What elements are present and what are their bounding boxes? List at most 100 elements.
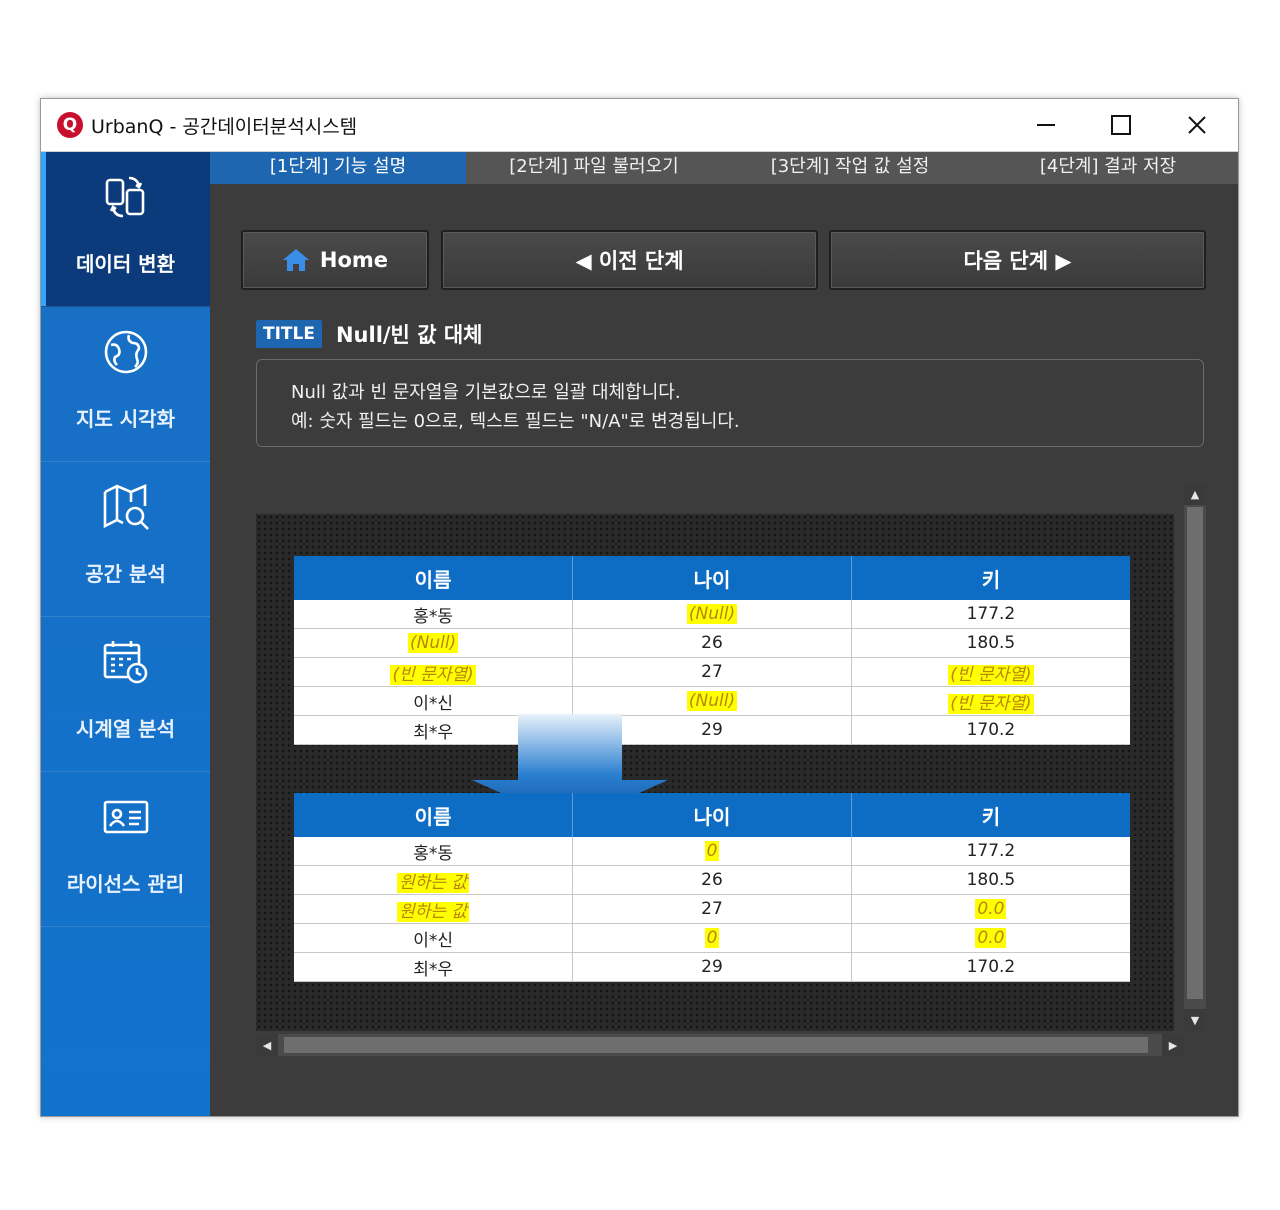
table-row: 이*신 0 0.0 (294, 923, 1130, 953)
scroll-down-icon[interactable]: ▼ (1184, 1009, 1206, 1031)
map-search-icon (103, 484, 149, 530)
table-cell: 27 (572, 657, 852, 687)
maximize-icon (1111, 115, 1131, 135)
table-cell: 170.2 (851, 715, 1130, 745)
sidebar-item-license[interactable]: 라이선스 관리 (41, 772, 210, 927)
sidebar-item-label: 라이선스 관리 (66, 872, 185, 896)
table-cell: 홍*동 (294, 600, 574, 629)
table-row: 원하는 값 26 180.5 (294, 865, 1130, 895)
table-cell: 최*우 (294, 952, 574, 982)
sidebar-item-timeseries[interactable]: 시계열 분석 (41, 617, 210, 772)
app-logo-icon: Q (57, 112, 83, 138)
cell-value: 177.2 (966, 841, 1016, 861)
column-header: 키 (851, 556, 1130, 600)
home-button[interactable]: Home (241, 230, 429, 290)
maximize-button[interactable] (1098, 107, 1144, 143)
tab-step-4[interactable]: [4단계] 결과 저장 (978, 152, 1238, 184)
cell-value: 26 (701, 870, 723, 890)
horizontal-scroll-thumb[interactable] (284, 1037, 1148, 1053)
close-icon (1188, 116, 1206, 134)
table-cell: (Null) (572, 686, 852, 716)
table-cell: 원하는 값 (294, 894, 574, 924)
table-cell: 0.0 (851, 923, 1130, 953)
before-table: 이름 나이 키 홍*동 (Null) 177.2 (Null) 26 180.5 (빈 문자열)… (294, 556, 1130, 745)
cell-value: 홍*동 (413, 843, 453, 864)
cell-value: 29 (701, 720, 723, 740)
cell-value: 최*우 (413, 959, 453, 980)
home-button-label: Home (319, 248, 389, 272)
cell-value: (Null) (686, 691, 738, 711)
table-cell: (빈 문자열) (851, 657, 1130, 687)
table-cell: 180.5 (851, 865, 1130, 895)
cell-value: 0 (704, 841, 720, 861)
table-row: 최*우 29 170.2 (294, 715, 1130, 745)
column-header: 이름 (294, 556, 574, 600)
sidebar-item-map-visualization[interactable]: 지도 시각화 (41, 307, 210, 462)
table-cell: (Null) (294, 628, 574, 658)
table-cell: 177.2 (851, 837, 1130, 866)
cell-value: (Null) (686, 604, 738, 624)
calendar-clock-icon (103, 641, 148, 684)
title-bar: Q UrbanQ - 공간데이터분석시스템 (41, 99, 1238, 152)
cell-value: 최*우 (413, 722, 453, 743)
previous-step-label: ◀ 이전 단계 (575, 249, 684, 273)
cell-value: 27 (701, 899, 723, 919)
column-header: 나이 (572, 556, 852, 600)
table-cell: 원하는 값 (294, 865, 574, 895)
close-button[interactable] (1174, 107, 1220, 143)
tab-step-2[interactable]: [2단계] 파일 불러오기 (466, 152, 722, 184)
cell-value: 홍*동 (413, 606, 453, 627)
table-cell: 0.0 (851, 894, 1130, 924)
minimize-button[interactable] (1023, 107, 1069, 143)
table-cell: 177.2 (851, 600, 1130, 629)
table-cell: 27 (572, 894, 852, 924)
column-header: 키 (851, 793, 1130, 837)
cell-value: 180.5 (966, 633, 1016, 653)
cell-value: 0 (704, 928, 720, 948)
previous-step-button[interactable]: ◀ 이전 단계 (441, 230, 818, 290)
cell-value: 180.5 (966, 870, 1016, 890)
cell-value: 170.2 (966, 720, 1016, 740)
scroll-left-icon[interactable]: ◀ (256, 1034, 278, 1056)
minimize-icon (1037, 124, 1055, 126)
vertical-scrollbar[interactable]: ▲ ▼ (1184, 483, 1206, 1031)
cell-value: 원하는 값 (397, 872, 470, 893)
cell-value: (빈 문자열) (948, 693, 1034, 714)
tab-step-1[interactable]: [1단계] 기능 설명 (210, 152, 466, 184)
table-cell: 이*신 (294, 923, 574, 953)
sidebar-item-label: 지도 시각화 (76, 407, 175, 431)
table-cell: 170.2 (851, 952, 1130, 982)
sidebar-item-label: 시계열 분석 (76, 717, 175, 741)
cell-value: 원하는 값 (397, 901, 470, 922)
example-image-area: 이름 나이 키 홍*동 (Null) 177.2 (Null) 26 180.5 (빈 문자열)… (256, 514, 1174, 1031)
section-title-row: TITLE Null/빈 값 대체 (256, 319, 482, 349)
table-row: 최*우 29 170.2 (294, 952, 1130, 982)
cell-value: 이*신 (413, 930, 453, 951)
horizontal-scrollbar[interactable]: ◀ ▶ (256, 1034, 1184, 1056)
tab-step-3[interactable]: [3단계] 작업 값 설정 (722, 152, 978, 184)
next-step-label: 다음 단계 ▶ (963, 249, 1072, 273)
column-header: 나이 (572, 793, 852, 837)
table-row: (빈 문자열) 27 (빈 문자열) (294, 657, 1130, 687)
table-cell: (Null) (572, 600, 852, 629)
cell-value: (Null) (407, 633, 459, 653)
sidebar-item-spatial-analysis[interactable]: 공간 분석 (41, 462, 210, 617)
column-header: 이름 (294, 793, 574, 837)
vertical-scroll-thumb[interactable] (1187, 507, 1203, 999)
scroll-right-icon[interactable]: ▶ (1162, 1034, 1184, 1056)
globe-icon (104, 330, 148, 374)
sidebar: 데이터 변환 지도 시각화 공간 분석 시계열 분석 라이선스 관리 (41, 152, 210, 1116)
sidebar-item-label: 공간 분석 (85, 562, 166, 586)
scroll-up-icon[interactable]: ▲ (1184, 483, 1206, 505)
table-row: (Null) 26 180.5 (294, 628, 1130, 658)
table-row: 홍*동 0 177.2 (294, 837, 1130, 866)
table-cell: 26 (572, 865, 852, 895)
table-cell: 180.5 (851, 628, 1130, 658)
table-cell: 29 (572, 952, 852, 982)
home-icon (282, 249, 309, 271)
sidebar-item-data-convert[interactable]: 데이터 변환 (41, 152, 210, 307)
next-step-button[interactable]: 다음 단계 ▶ (829, 230, 1206, 290)
after-table: 이름 나이 키 홍*동 0 177.2 원하는 값 26 180.5 원하는 값 27 0.0 이*신… (294, 793, 1130, 982)
cell-value: 이*신 (413, 693, 453, 714)
window-title: UrbanQ - 공간데이터분석시스템 (91, 116, 358, 138)
